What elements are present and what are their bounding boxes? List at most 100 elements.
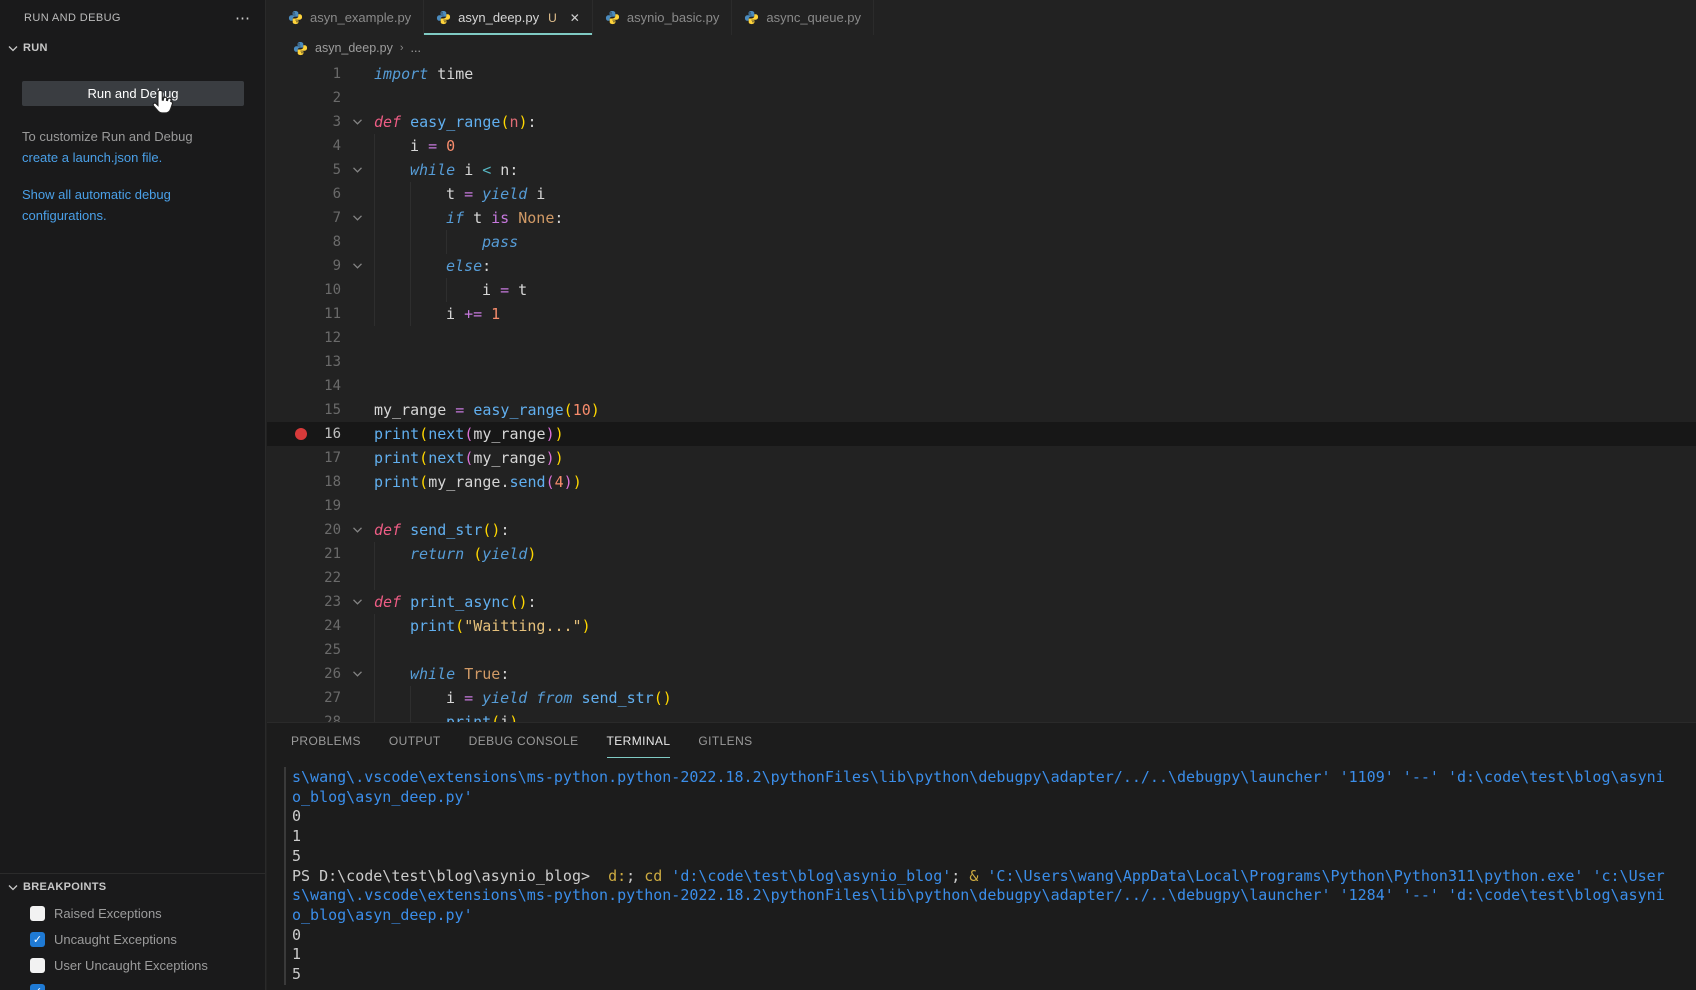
editor-tab-asyn_deep.py[interactable]: asyn_deep.pyU✕	[424, 0, 593, 35]
code-line-18[interactable]: 18print(my_range.send(4))	[267, 470, 1696, 494]
fold-chevron-icon[interactable]	[352, 214, 363, 222]
breakpoint-gutter[interactable]	[267, 134, 307, 158]
fold-gutter[interactable]	[341, 422, 374, 446]
fold-gutter[interactable]	[341, 110, 374, 134]
breakpoint-icon[interactable]	[295, 428, 307, 440]
fold-gutter[interactable]	[341, 326, 374, 350]
breakpoint-gutter[interactable]	[267, 710, 307, 722]
fold-chevron-icon[interactable]	[352, 118, 363, 126]
code-line-27[interactable]: 27i = yield from send_str()	[267, 686, 1696, 710]
editor-tab-async_queue.py[interactable]: async_queue.py	[732, 0, 874, 35]
checkbox[interactable]: ✓	[30, 984, 45, 990]
fold-gutter[interactable]	[341, 590, 374, 614]
more-actions-icon[interactable]: ⋯	[235, 9, 251, 27]
code-line-7[interactable]: 7if t is None:	[267, 206, 1696, 230]
code-line-19[interactable]: 19	[267, 494, 1696, 518]
breakpoint-gutter[interactable]	[267, 614, 307, 638]
fold-chevron-icon[interactable]	[352, 598, 363, 606]
breadcrumb-file[interactable]: asyn_deep.py	[315, 41, 393, 55]
code-line-17[interactable]: 17print(next(my_range))	[267, 446, 1696, 470]
fold-gutter[interactable]	[341, 710, 374, 722]
fold-gutter[interactable]	[341, 638, 374, 662]
fold-gutter[interactable]	[341, 206, 374, 230]
code-line-16[interactable]: 16print(next(my_range))	[267, 422, 1696, 446]
fold-gutter[interactable]	[341, 158, 374, 182]
panel-tab-terminal[interactable]: TERMINAL	[607, 723, 671, 759]
fold-gutter[interactable]	[341, 542, 374, 566]
code-line-26[interactable]: 26while True:	[267, 662, 1696, 686]
code-line-2[interactable]: 2	[267, 86, 1696, 110]
fold-gutter[interactable]	[341, 518, 374, 542]
breakpoint-gutter[interactable]	[267, 110, 307, 134]
fold-gutter[interactable]	[341, 566, 374, 590]
fold-gutter[interactable]	[341, 278, 374, 302]
breakpoint-gutter[interactable]	[267, 422, 307, 446]
code-line-15[interactable]: 15my_range = easy_range(10)	[267, 398, 1696, 422]
fold-gutter[interactable]	[341, 182, 374, 206]
code-line-22[interactable]: 22	[267, 566, 1696, 590]
editor-tab-asyn_example.py[interactable]: asyn_example.py	[276, 0, 424, 35]
breakpoint-gutter[interactable]	[267, 254, 307, 278]
breakpoint-item[interactable]: User Uncaught Exceptions	[0, 952, 265, 978]
breakpoint-item[interactable]: ✓	[0, 978, 265, 990]
terminal-output[interactable]: s\wang\.vscode\extensions\ms-python.pyth…	[292, 768, 1688, 990]
fold-chevron-icon[interactable]	[352, 526, 363, 534]
breakpoint-gutter[interactable]	[267, 446, 307, 470]
breakpoint-item[interactable]: ✓Uncaught Exceptions	[0, 926, 265, 952]
breakpoint-gutter[interactable]	[267, 662, 307, 686]
checkbox[interactable]	[30, 958, 45, 973]
code-line-6[interactable]: 6t = yield i	[267, 182, 1696, 206]
breakpoint-gutter[interactable]	[267, 470, 307, 494]
fold-gutter[interactable]	[341, 398, 374, 422]
editor-tab-asynio_basic.py[interactable]: asynio_basic.py	[593, 0, 733, 35]
breakpoint-gutter[interactable]	[267, 590, 307, 614]
breakpoint-item[interactable]: Raised Exceptions	[0, 900, 265, 926]
fold-gutter[interactable]	[341, 686, 374, 710]
checkbox[interactable]: ✓	[30, 932, 45, 947]
code-line-14[interactable]: 14	[267, 374, 1696, 398]
panel-tab-output[interactable]: OUTPUT	[389, 723, 441, 759]
code-line-21[interactable]: 21return (yield)	[267, 542, 1696, 566]
code-line-9[interactable]: 9else:	[267, 254, 1696, 278]
panel-tab-debug-console[interactable]: DEBUG CONSOLE	[469, 723, 579, 759]
code-line-12[interactable]: 12	[267, 326, 1696, 350]
code-line-25[interactable]: 25	[267, 638, 1696, 662]
breakpoint-gutter[interactable]	[267, 638, 307, 662]
code-line-13[interactable]: 13	[267, 350, 1696, 374]
fold-gutter[interactable]	[341, 494, 374, 518]
fold-gutter[interactable]	[341, 662, 374, 686]
breakpoint-gutter[interactable]	[267, 62, 307, 86]
breakpoint-gutter[interactable]	[267, 86, 307, 110]
breakpoint-gutter[interactable]	[267, 350, 307, 374]
code-line-1[interactable]: 1import time	[267, 62, 1696, 86]
breakpoint-gutter[interactable]	[267, 278, 307, 302]
code-line-10[interactable]: 10i = t	[267, 278, 1696, 302]
breakpoint-gutter[interactable]	[267, 182, 307, 206]
fold-chevron-icon[interactable]	[352, 670, 363, 678]
breakpoints-header[interactable]: BREAKPOINTS	[0, 874, 265, 900]
code-line-8[interactable]: 8pass	[267, 230, 1696, 254]
breakpoint-gutter[interactable]	[267, 206, 307, 230]
code-line-4[interactable]: 4i = 0	[267, 134, 1696, 158]
fold-chevron-icon[interactable]	[352, 166, 363, 174]
show-all-configs-link[interactable]: Show all automatic debugconfigurations.	[22, 187, 171, 223]
fold-gutter[interactable]	[341, 230, 374, 254]
breakpoint-gutter[interactable]	[267, 686, 307, 710]
breadcrumb-more[interactable]: ...	[411, 41, 421, 55]
code-editor[interactable]: 1import time23def easy_range(n):4i = 05w…	[267, 62, 1696, 722]
close-icon[interactable]: ✕	[570, 11, 580, 25]
code-line-3[interactable]: 3def easy_range(n):	[267, 110, 1696, 134]
breakpoint-gutter[interactable]	[267, 518, 307, 542]
launch-json-link[interactable]: create a launch.json file.	[22, 150, 162, 165]
breakpoint-gutter[interactable]	[267, 326, 307, 350]
code-line-24[interactable]: 24print("Waitting...")	[267, 614, 1696, 638]
code-line-20[interactable]: 20def send_str():	[267, 518, 1696, 542]
code-line-23[interactable]: 23def print_async():	[267, 590, 1696, 614]
panel-tab-gitlens[interactable]: GITLENS	[698, 723, 752, 759]
fold-gutter[interactable]	[341, 302, 374, 326]
breakpoint-gutter[interactable]	[267, 398, 307, 422]
breakpoint-gutter[interactable]	[267, 158, 307, 182]
fold-chevron-icon[interactable]	[352, 262, 363, 270]
fold-gutter[interactable]	[341, 470, 374, 494]
breakpoint-gutter[interactable]	[267, 566, 307, 590]
